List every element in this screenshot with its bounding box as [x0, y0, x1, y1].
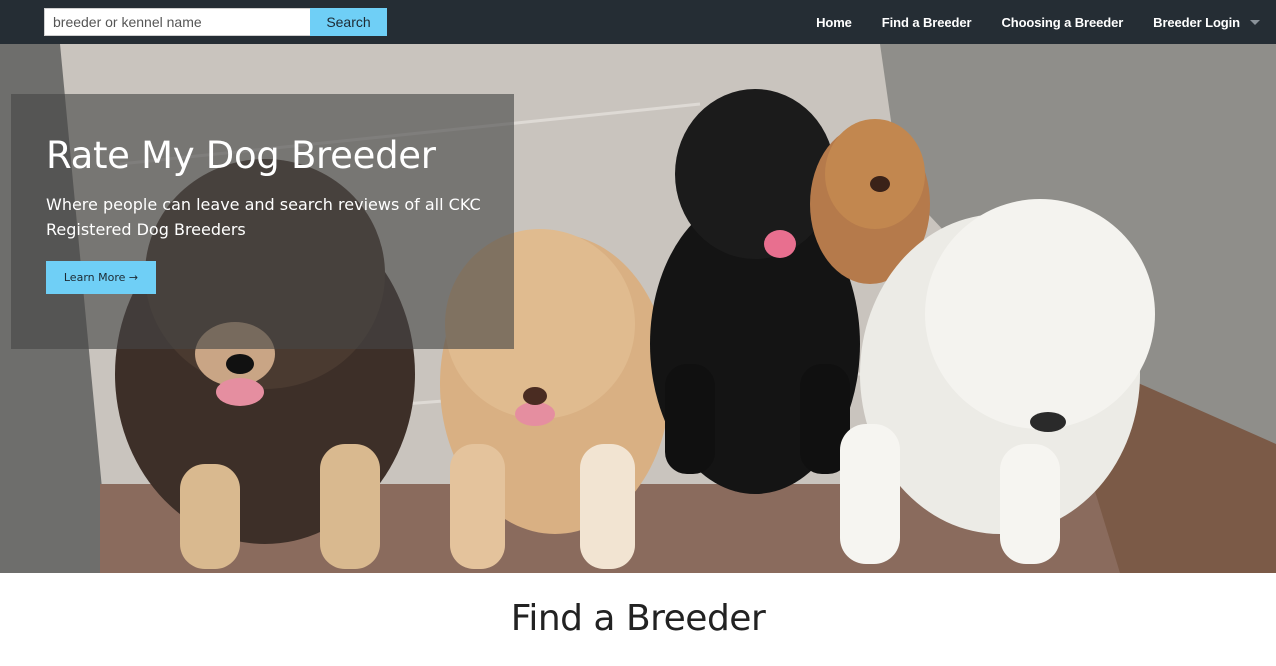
- hero-overlay-panel: Rate My Dog Breeder Where people can lea…: [11, 94, 514, 349]
- search-form: Search: [44, 8, 387, 36]
- find-breeder-heading: Find a Breeder: [510, 598, 766, 639]
- learn-more-button[interactable]: Learn More →: [46, 261, 156, 294]
- caret-down-icon[interactable]: [1250, 19, 1260, 25]
- nav-find-breeder[interactable]: Find a Breeder: [882, 15, 972, 30]
- hero-subtitle: Where people can leave and search review…: [46, 195, 481, 239]
- nav-breeder-login-dropdown[interactable]: Breeder Login: [1153, 15, 1260, 30]
- hero-title: Rate My Dog Breeder: [46, 134, 436, 177]
- hero-banner: Rate My Dog Breeder Where people can lea…: [0, 44, 1276, 573]
- nav-home[interactable]: Home: [816, 15, 852, 30]
- main-nav: Home Find a Breeder Choosing a Breeder B…: [816, 0, 1276, 44]
- search-input[interactable]: [44, 8, 310, 36]
- top-nav-bar: Search Home Find a Breeder Choosing a Br…: [0, 0, 1276, 44]
- nav-breeder-login[interactable]: Breeder Login: [1153, 15, 1240, 30]
- search-button[interactable]: Search: [310, 8, 387, 36]
- nav-choosing-breeder[interactable]: Choosing a Breeder: [1001, 15, 1123, 30]
